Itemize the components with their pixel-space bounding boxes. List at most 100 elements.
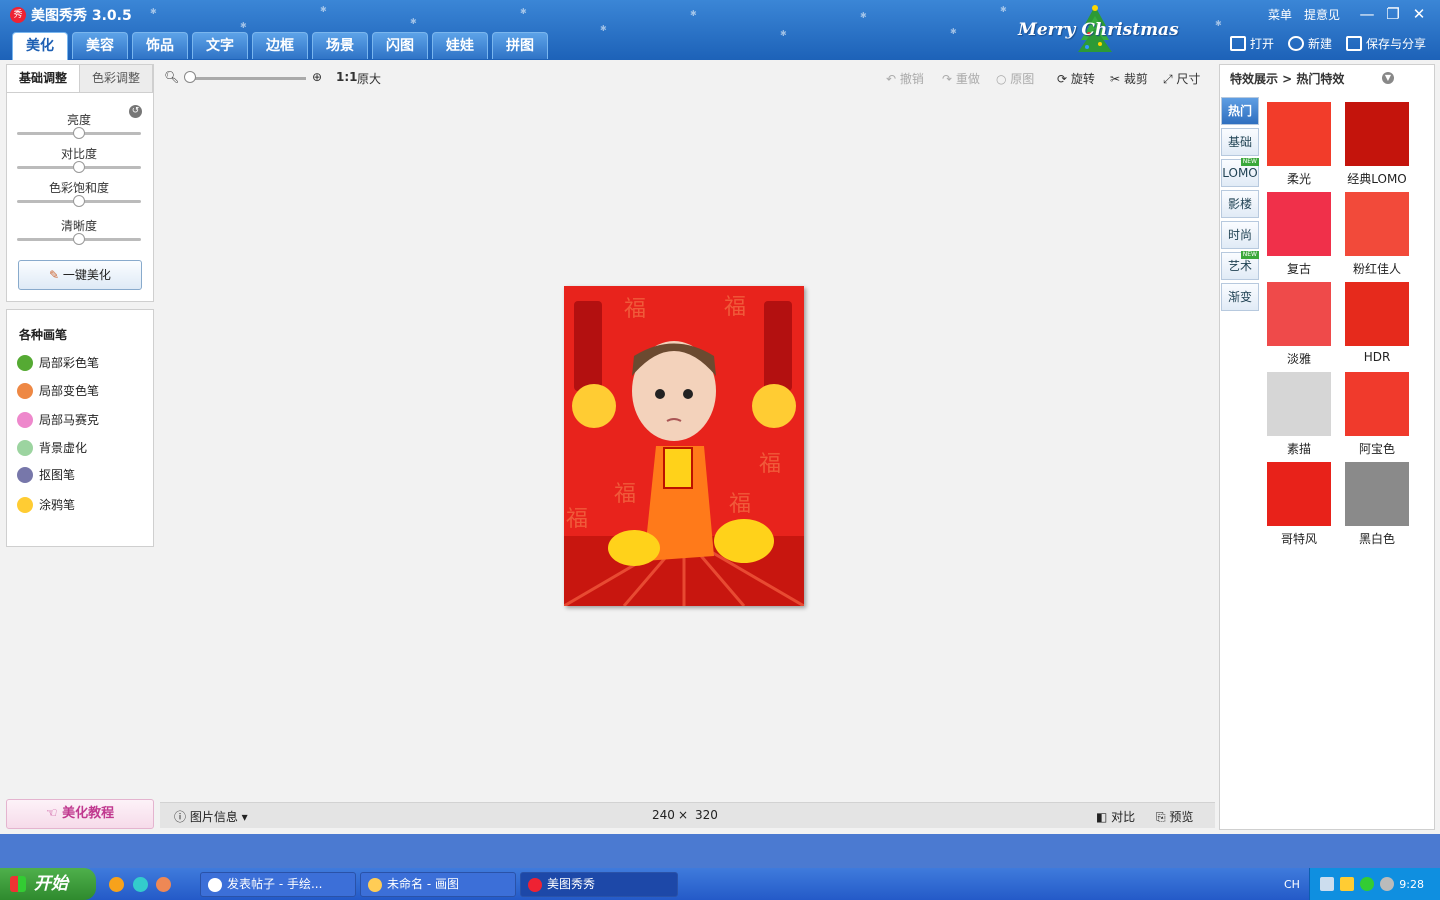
shield-icon[interactable] [1360,877,1374,891]
tab-doll[interactable]: 娃娃 [432,32,488,59]
one-click-beautify-button[interactable]: ✎ 一键美化 [18,260,142,290]
zoom-slider-handle[interactable] [184,71,196,83]
quicklaunch-browser-icon[interactable] [109,877,124,892]
brightness-slider[interactable] [73,127,85,139]
tab-text[interactable]: 文字 [192,32,248,59]
effect-thumb[interactable] [1267,282,1331,346]
original-button[interactable]: ○ 原图 [996,70,1034,87]
category-lomo[interactable]: LOMO NEW [1221,158,1259,187]
status-bar: ⓘ 图片信息 ▾ 240 × 320 ◧ 对比 ⎘ 预览 [160,802,1215,828]
new-badge: NEW [1240,251,1259,259]
category-studio[interactable]: 影楼 [1221,190,1259,218]
effect-label[interactable]: 柔光 [1261,170,1337,187]
app-logo-icon: 秀 [10,7,26,23]
effect-label[interactable]: 粉红佳人 [1339,260,1415,277]
zoom-slider[interactable] [190,77,306,80]
close-button[interactable]: ✕ [1408,4,1430,24]
minimize-button[interactable]: — [1356,4,1378,24]
rotate-button[interactable]: ⟳ 旋转 [1057,70,1095,87]
tab-frame[interactable]: 边框 [252,32,308,59]
effect-thumb[interactable] [1345,462,1409,526]
effect-label[interactable]: HDR [1339,350,1415,364]
brush-local-color[interactable]: 局部彩色笔 [17,354,99,371]
effects-panel: 特效展示 > 热门特效 ▼ 热门 基础 LOMO NEW 影楼 时尚 艺术 NEW … [1219,64,1435,830]
tab-accessories[interactable]: 饰品 [132,32,188,59]
palette-hand-icon [17,382,33,399]
network-icon[interactable] [1320,877,1334,891]
tab-makeup[interactable]: 美容 [72,32,128,59]
brush-local-recolor[interactable]: 局部变色笔 [17,382,99,399]
tab-scene[interactable]: 场景 [312,32,368,59]
effect-label[interactable]: 阿宝色 [1339,440,1415,457]
zoom-out-icon[interactable]: 🔍︎ [164,70,179,84]
subtab-basic[interactable]: 基础调整 [7,65,80,92]
redo-button[interactable]: ↷ 重做 [942,70,980,87]
brush-cutout[interactable]: 抠图笔 [17,466,75,483]
saturation-slider[interactable] [73,195,85,207]
quicklaunch-media-icon[interactable] [133,877,148,892]
brightness-control: 亮度 [17,111,141,139]
taskbar-item-post[interactable]: 发表帖子 - 手绘... [200,872,356,897]
effect-thumb[interactable] [1345,102,1409,166]
volume-icon[interactable] [1340,877,1354,891]
effect-thumb[interactable] [1345,282,1409,346]
image-info-button[interactable]: ⓘ 图片信息 ▾ [174,808,248,825]
taskbar-item-paint[interactable]: 未命名 - 画图 [360,872,516,897]
saturation-control: 色彩饱和度 [17,179,141,207]
collapse-icon[interactable]: ▼ [1382,72,1394,84]
sharpness-slider[interactable] [73,233,85,245]
brush-mosaic[interactable]: 局部马赛克 [17,411,99,428]
category-basic[interactable]: 基础 [1221,128,1259,156]
zoom-in-icon[interactable]: ⊕ [312,70,322,84]
preview-button[interactable]: ⎘ 预览 [1156,808,1193,825]
feedback-link[interactable]: 提意见 [1304,6,1340,23]
effect-label[interactable]: 黑白色 [1339,530,1415,547]
category-gradient[interactable]: 渐变 [1221,283,1259,311]
maximize-button[interactable]: ❐ [1382,4,1404,24]
main-tabs: 美化 美容 饰品 文字 边框 场景 闪图 娃娃 拼图 [12,32,548,60]
contrast-slider[interactable] [73,161,85,173]
menu-link[interactable]: 菜单 [1268,6,1292,23]
effect-thumb[interactable] [1267,462,1331,526]
effect-thumb[interactable] [1267,102,1331,166]
start-button[interactable]: 开始 [0,868,96,900]
preview-icon: ⎘ [1156,810,1170,824]
dimension-separator: × [678,808,689,822]
category-fashion[interactable]: 时尚 [1221,221,1259,249]
brush-doodle[interactable]: 涂鸦笔 [17,496,75,513]
effect-label[interactable]: 经典LOMO [1339,170,1415,187]
effect-label[interactable]: 淡雅 [1261,350,1337,367]
edited-photo[interactable]: 福福福福 福福 [564,286,804,606]
tab-flash[interactable]: 闪图 [372,32,428,59]
effect-label[interactable]: 复古 [1261,260,1337,277]
crop-button[interactable]: ✂ 裁剪 [1110,70,1148,87]
tab-collage[interactable]: 拼图 [492,32,548,59]
subtab-color[interactable]: 色彩调整 [80,65,153,92]
language-indicator[interactable]: CH [1284,878,1300,891]
new-button[interactable]: 新建 [1287,35,1332,52]
save-share-button[interactable]: 保存与分享 [1345,35,1426,52]
resize-button[interactable]: ⤢ 尺寸 [1163,70,1200,87]
effect-label[interactable]: 素描 [1261,440,1337,457]
effect-thumb[interactable] [1345,372,1409,436]
svg-text:福: 福 [624,297,646,322]
windows-flag-icon [10,876,26,892]
beautify-tutorial-button[interactable]: ☜ 美化教程 [6,799,154,829]
open-button[interactable]: 打开 [1229,35,1274,52]
actual-size-button[interactable]: 原大 [357,70,381,87]
category-art[interactable]: 艺术 NEW [1221,251,1259,280]
effect-thumb[interactable] [1267,372,1331,436]
taskbar-item-meitu[interactable]: 美图秀秀 [520,872,678,897]
quicklaunch-app-icon[interactable] [156,877,171,892]
effect-thumb[interactable] [1267,192,1331,256]
effect-label[interactable]: 哥特风 [1261,530,1337,547]
effect-thumb[interactable] [1345,192,1409,256]
compare-button[interactable]: ◧ 对比 [1096,808,1135,825]
tray-app-icon[interactable] [1380,877,1394,891]
category-hot[interactable]: 热门 [1221,97,1259,125]
brush-background-blur[interactable]: 背景虚化 [17,439,87,456]
magic-wand-icon: ✎ [49,268,63,282]
actual-size-ratio[interactable]: 1:1 [336,70,358,84]
tab-beautify[interactable]: 美化 [12,32,68,60]
undo-button[interactable]: ↶ 撤销 [886,70,924,87]
